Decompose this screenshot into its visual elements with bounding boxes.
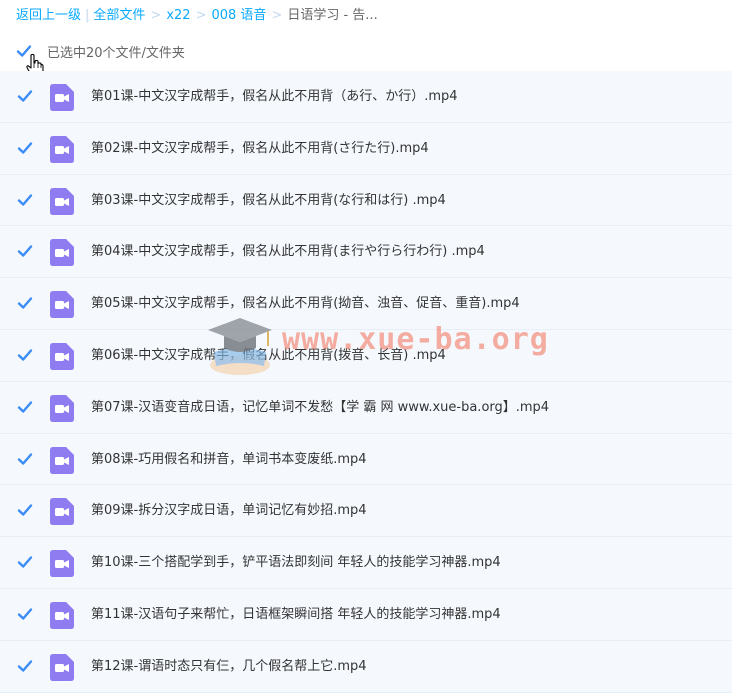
- breadcrumb-separator: >: [271, 8, 283, 23]
- file-row[interactable]: 第10课-三个搭配学到手，铲平语法即刻间 年轻人的技能学习神器.mp4: [0, 537, 732, 589]
- file-row[interactable]: 第11课-汉语句子来帮忙，日语框架瞬间搭 年轻人的技能学习神器.mp4: [0, 588, 732, 641]
- file-row[interactable]: 第03课-中文汉字成帮手，假名从此不用背(な行和は行) .mp4: [0, 174, 732, 227]
- file-row[interactable]: 第07课-汉语变音成日语，记忆单词不发愁【学 霸 网 www.xue-ba.or…: [0, 381, 732, 434]
- file-name[interactable]: 第10课-三个搭配学到手，铲平语法即刻间 年轻人的技能学习神器.mp4: [91, 553, 501, 573]
- file-row[interactable]: 第04课-中文汉字成帮手，假名从此不用背(ま行や行ら行わ行) .mp4: [0, 226, 732, 279]
- file-name[interactable]: 第09课-拆分汉字成日语，单词记忆有妙招.mp4: [91, 501, 367, 521]
- row-checkbox[interactable]: [17, 140, 33, 156]
- row-checkbox[interactable]: [17, 606, 33, 622]
- file-name[interactable]: 第06课-中文汉字成帮手，假名从此不用背(拨音、长音) .mp4: [91, 346, 446, 366]
- video-file-icon: [50, 291, 74, 319]
- breadcrumb-divider: |: [85, 8, 90, 23]
- selection-count-label: 已选中20个文件/文件夹: [47, 45, 185, 61]
- row-checkbox[interactable]: [17, 554, 33, 570]
- row-checkbox[interactable]: [17, 451, 33, 467]
- file-row[interactable]: 第09课-拆分汉字成日语，单词记忆有妙招.mp4: [0, 485, 732, 538]
- video-file-icon: [50, 498, 74, 526]
- video-file-icon: [50, 446, 74, 474]
- row-checkbox[interactable]: [17, 399, 33, 415]
- breadcrumb-item-x22[interactable]: x22: [166, 8, 190, 23]
- row-checkbox[interactable]: [17, 347, 33, 363]
- video-file-icon: [50, 342, 74, 370]
- back-link[interactable]: 返回上一级: [16, 8, 81, 23]
- file-name[interactable]: 第11课-汉语句子来帮忙，日语框架瞬间搭 年轻人的技能学习神器.mp4: [91, 605, 501, 625]
- file-name[interactable]: 第03课-中文汉字成帮手，假名从此不用背(な行和は行) .mp4: [91, 191, 446, 211]
- breadcrumb-separator: >: [195, 8, 207, 23]
- file-row[interactable]: 第08课-巧用假名和拼音，单词书本变废纸.mp4: [0, 433, 732, 486]
- video-file-icon: [50, 84, 74, 111]
- file-name[interactable]: 第08课-巧用假名和拼音，单词书本变废纸.mp4: [91, 450, 367, 470]
- row-checkbox[interactable]: [17, 192, 33, 208]
- video-file-icon: [50, 653, 74, 681]
- file-row[interactable]: 第01课-中文汉字成帮手，假名从此不用背（あ行、か行）.mp4: [0, 71, 732, 123]
- breadcrumb: 返回上一级 | 全部文件 > x22 >008 语音 > 日语学习 - 告...: [16, 7, 378, 25]
- file-name[interactable]: 第04课-中文汉字成帮手，假名从此不用背(ま行や行ら行わ行) .mp4: [91, 242, 485, 262]
- file-row[interactable]: 第02课-中文汉字成帮手，假名从此不用背(さ行た行).mp4: [0, 122, 732, 175]
- file-name[interactable]: 第01课-中文汉字成帮手，假名从此不用背（あ行、か行）.mp4: [91, 87, 458, 107]
- file-name[interactable]: 第07课-汉语变音成日语，记忆单词不发愁【学 霸 网 www.xue-ba.or…: [91, 398, 549, 418]
- row-checkbox[interactable]: [17, 243, 33, 259]
- video-file-icon: [50, 601, 74, 629]
- breadcrumb-current: 日语学习 - 告...: [287, 8, 378, 23]
- breadcrumb-item-008[interactable]: 008 语音: [211, 8, 266, 23]
- file-name[interactable]: 第12课-谓语时态只有仨，几个假名帮上它.mp4: [91, 657, 367, 677]
- video-file-icon: [50, 239, 74, 267]
- row-checkbox[interactable]: [17, 88, 33, 104]
- file-row[interactable]: 第06课-中文汉字成帮手，假名从此不用背(拨音、长音) .mp4: [0, 329, 732, 382]
- row-checkbox[interactable]: [17, 295, 33, 311]
- file-name[interactable]: 第02课-中文汉字成帮手，假名从此不用背(さ行た行).mp4: [91, 139, 429, 159]
- video-file-icon: [50, 135, 74, 163]
- file-name[interactable]: 第05课-中文汉字成帮手，假名从此不用背(拗音、浊音、促音、重音).mp4: [91, 294, 520, 314]
- video-file-icon: [50, 394, 74, 422]
- file-row[interactable]: 第05课-中文汉字成帮手，假名从此不用背(拗音、浊音、促音、重音).mp4: [0, 278, 732, 330]
- row-checkbox[interactable]: [17, 658, 33, 674]
- breadcrumb-separator: >: [150, 8, 162, 23]
- breadcrumb-item-all-files[interactable]: 全部文件: [93, 8, 145, 23]
- row-checkbox[interactable]: [17, 502, 33, 518]
- file-row[interactable]: 第12课-谓语时态只有仨，几个假名帮上它.mp4: [0, 640, 732, 693]
- file-list: 第01课-中文汉字成帮手，假名从此不用背（あ行、か行）.mp4 第02课-中文汉字…: [0, 71, 732, 693]
- video-file-icon: [50, 187, 74, 215]
- video-file-icon: [50, 550, 74, 578]
